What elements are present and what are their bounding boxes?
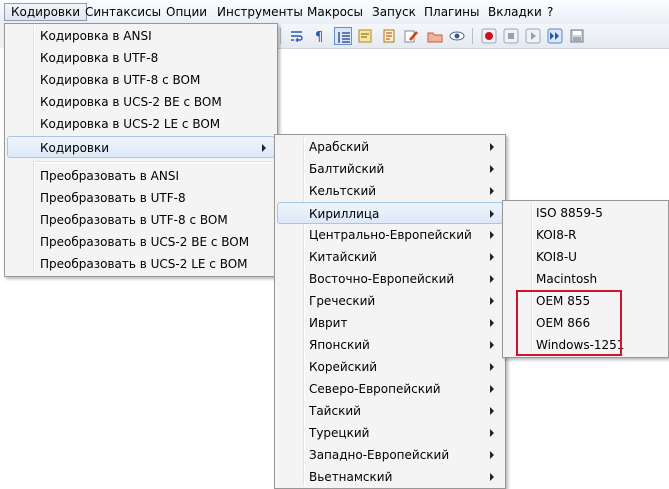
- submenu-arrow-icon: [490, 363, 494, 371]
- submenu-arrow-icon: [490, 451, 494, 459]
- menu-item-convert-utf8-bom[interactable]: Преобразовать в UTF-8 с BOM: [7, 209, 275, 231]
- menu-item-encode-ucs2-le[interactable]: Кодировка в UCS-2 LE с BOM: [7, 113, 275, 135]
- toolbar: ¶: [276, 24, 669, 49]
- submenu-item-region[interactable]: Японский: [277, 334, 503, 356]
- submenu-arrow-icon: [490, 231, 494, 239]
- red-highlight-box: [516, 290, 622, 356]
- word-wrap-icon[interactable]: [288, 27, 306, 45]
- save-macro-icon[interactable]: [568, 27, 586, 45]
- submenu-item-region[interactable]: Балтийский: [277, 158, 503, 180]
- toolbar-separator: [280, 28, 281, 44]
- menu-tools[interactable]: Инструменты: [211, 3, 309, 21]
- show-all-chars-icon[interactable]: ¶: [310, 27, 328, 45]
- submenu-item-region[interactable]: Корейский: [277, 356, 503, 378]
- document-map-icon[interactable]: [356, 27, 374, 45]
- submenu-item-region[interactable]: Кириллица: [277, 202, 503, 224]
- menu-item-encode-ucs2-be[interactable]: Кодировка в UCS-2 BE с BOM: [7, 91, 275, 113]
- indent-guide-icon[interactable]: [334, 27, 352, 45]
- submenu-item-region[interactable]: Китайский: [277, 246, 503, 268]
- svg-text:¶: ¶: [315, 30, 323, 44]
- submenu-arrow-icon: [490, 297, 494, 305]
- encodings-submenu: Арабский Балтийский Кельтский Кириллица Цент…: [274, 134, 506, 489]
- monitoring-eye-icon[interactable]: [448, 27, 466, 45]
- submenu-item-region[interactable]: Центрально-Европейский: [277, 224, 503, 246]
- submenu-arrow-icon: [490, 385, 494, 393]
- menu-item-convert-utf8[interactable]: Преобразовать в UTF-8: [7, 187, 275, 209]
- menu-encoding[interactable]: Кодировки: [4, 3, 88, 21]
- submenu-arrow-icon: [490, 429, 494, 437]
- submenu-arrow-icon: [490, 319, 494, 327]
- submenu-arrow-icon: [490, 187, 494, 195]
- submenu-arrow-icon: [490, 341, 494, 349]
- menu-tabs[interactable]: Вкладки: [482, 3, 548, 21]
- encoding-menu: Кодировка в ANSI Кодировка в UTF-8 Кодир…: [4, 23, 278, 277]
- menu-item-encode-utf8-bom[interactable]: Кодировка в UTF-8 с BOM: [7, 69, 275, 91]
- submenu-item-cyrillic-encoding[interactable]: KOI8-R: [505, 224, 666, 246]
- menu-item-convert-ansi[interactable]: Преобразовать в ANSI: [7, 165, 275, 187]
- submenu-item-region[interactable]: Восточно-Европейский: [277, 268, 503, 290]
- submenu-arrow-icon: [490, 473, 494, 481]
- menu-options[interactable]: Опции: [160, 3, 213, 21]
- menu-macros[interactable]: Макросы: [301, 3, 369, 21]
- edit-pencil-icon[interactable]: [402, 27, 420, 45]
- submenu-arrow-icon: [490, 210, 494, 218]
- menu-run[interactable]: Запуск: [366, 3, 422, 21]
- submenu-item-cyrillic-encoding[interactable]: KOI8-U: [505, 246, 666, 268]
- menu-item-encodings-submenu[interactable]: Кодировки: [7, 136, 275, 158]
- menu-help[interactable]: ?: [541, 3, 559, 21]
- menu-item-convert-ucs2-be[interactable]: Преобразовать в UCS-2 BE с BOM: [7, 231, 275, 253]
- submenu-item-region[interactable]: Северо-Европейский: [277, 378, 503, 400]
- submenu-item-cyrillic-encoding[interactable]: Macintosh: [505, 268, 666, 290]
- submenu-item-cyrillic-encoding[interactable]: ISO 8859-5: [505, 202, 666, 224]
- menu-item-encode-utf8[interactable]: Кодировка в UTF-8: [7, 47, 275, 69]
- submenu-item-region[interactable]: Греческий: [277, 290, 503, 312]
- record-macro-icon[interactable]: [480, 27, 498, 45]
- function-list-icon[interactable]: [380, 27, 398, 45]
- menu-syntax[interactable]: Синтаксисы: [79, 3, 167, 21]
- menu-item-encode-ansi[interactable]: Кодировка в ANSI: [7, 25, 275, 47]
- submenu-item-region[interactable]: Арабский: [277, 136, 503, 158]
- submenu-item-region[interactable]: Западно-Европейский: [277, 444, 503, 466]
- submenu-arrow-icon: [262, 144, 266, 152]
- run-macro-multiple-icon[interactable]: [546, 27, 564, 45]
- stop-macro-icon[interactable]: [502, 27, 520, 45]
- submenu-arrow-icon: [490, 275, 494, 283]
- submenu-item-region[interactable]: Турецкий: [277, 422, 503, 444]
- folder-icon[interactable]: [426, 27, 444, 45]
- toolbar-separator: [472, 28, 473, 44]
- submenu-item-region[interactable]: Тайский: [277, 400, 503, 422]
- menu-separator: [35, 161, 274, 163]
- submenu-arrow-icon: [490, 165, 494, 173]
- submenu-item-region[interactable]: Иврит: [277, 312, 503, 334]
- menu-plugins[interactable]: Плагины: [418, 3, 485, 21]
- menu-item-convert-ucs2-le[interactable]: Преобразовать в UCS-2 LE с BOM: [7, 253, 275, 275]
- submenu-item-region[interactable]: Кельтский: [277, 180, 503, 202]
- submenu-arrow-icon: [490, 407, 494, 415]
- play-macro-icon[interactable]: [524, 27, 542, 45]
- menubar: Кодировки Синтаксисы Опции Инструменты М…: [0, 0, 669, 25]
- submenu-arrow-icon: [490, 253, 494, 261]
- submenu-arrow-icon: [490, 143, 494, 151]
- submenu-item-region[interactable]: Вьетнамский: [277, 466, 503, 488]
